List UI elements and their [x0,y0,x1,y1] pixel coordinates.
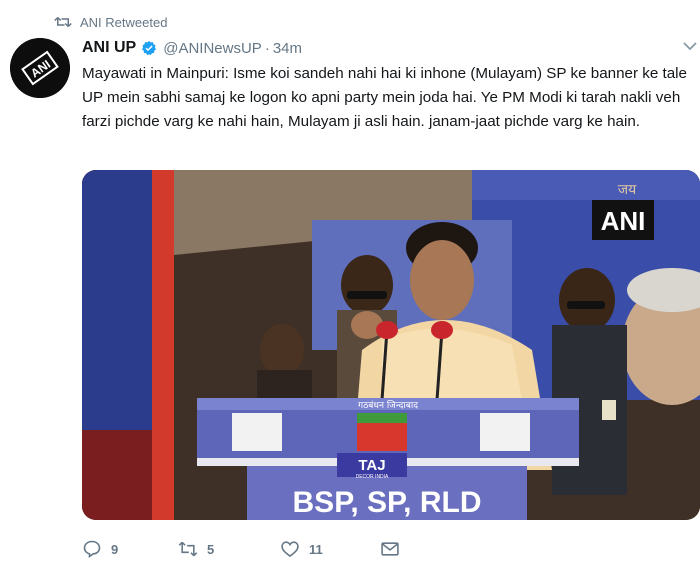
podium-top-text: गठबंधन जिन्दाबाद [358,399,418,411]
tweet-text: Mayawati in Mainpuri: Isme koi sandeh na… [82,65,688,130]
retweet-button[interactable]: 5 [178,539,214,559]
media-photo: जय ANI गठबंधन जिन्दाबाद TAJ DECOR INDIA … [82,170,700,520]
retweet-icon [178,541,198,557]
tweet-timestamp[interactable]: 34m [273,40,302,57]
author-handle[interactable]: @ANINewsUP [163,40,262,57]
tweet-header: ANI UP @ANINewsUP · 34m [82,37,302,59]
podium-brand: TAJ [358,457,385,474]
like-count: 11 [309,541,323,557]
heart-icon [281,541,299,558]
podium-brand-sub: DECOR INDIA [356,474,389,480]
background-text: जय [618,182,637,198]
avatar[interactable]: ANI [10,38,70,98]
retweet-icon [54,16,72,28]
reply-count: 9 [111,541,119,557]
chevron-down-icon[interactable] [683,40,697,52]
direct-message-button[interactable] [380,539,400,559]
podium-banner-text: BSP, SP, RLD [293,486,482,519]
like-button[interactable]: 11 [280,539,323,559]
ani-watermark: ANI [601,206,646,236]
author-display-name[interactable]: ANI UP [82,39,136,57]
verified-badge-icon [142,41,157,56]
retweet-context: ANI Retweeted [54,12,167,32]
tweet-media-image[interactable]: जय ANI गठबंधन जिन्दाबाद TAJ DECOR INDIA … [82,170,700,520]
header-separator: · [264,39,270,57]
retweet-count: 5 [207,541,215,557]
ani-logo-icon: ANI [10,38,70,98]
reply-button[interactable]: 9 [82,539,118,559]
retweet-label[interactable]: ANI Retweeted [80,15,167,30]
envelope-icon [381,542,399,556]
reply-icon [83,540,101,559]
